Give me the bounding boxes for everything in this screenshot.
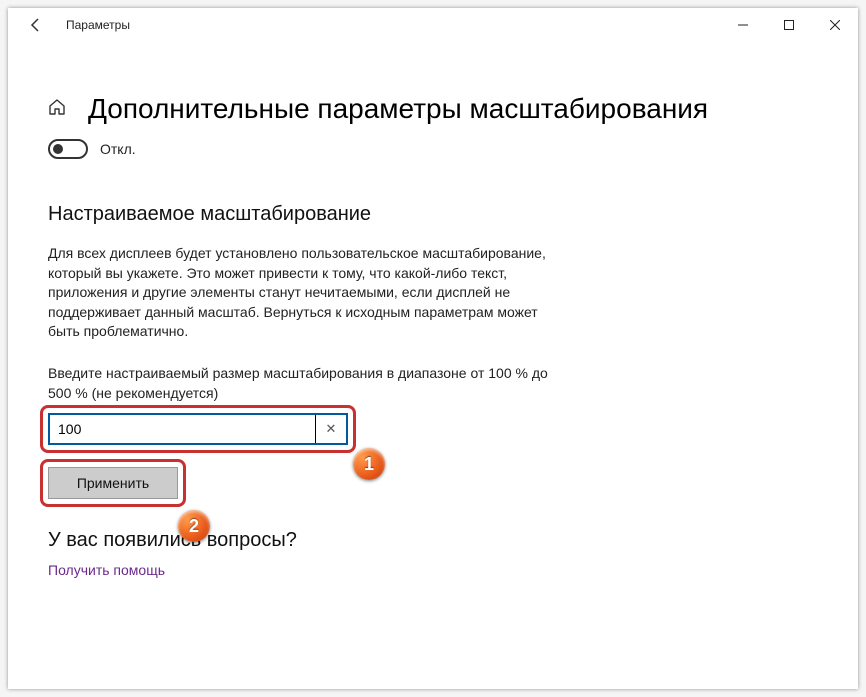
- back-button[interactable]: [26, 18, 46, 32]
- toggle-state-label: Откл.: [100, 141, 136, 157]
- clear-input-icon[interactable]: ✕: [316, 421, 346, 437]
- help-link[interactable]: Получить помощь: [48, 562, 818, 578]
- page-header: Дополнительные параметры масштабирования: [48, 93, 818, 125]
- scale-input-label: Введите настраиваемый размер масштабиров…: [48, 364, 558, 403]
- section-heading: Настраиваемое масштабирование: [48, 203, 818, 226]
- titlebar: Параметры: [8, 8, 858, 42]
- scale-input[interactable]: [50, 415, 316, 443]
- minimize-button[interactable]: [720, 8, 766, 42]
- content-area: Дополнительные параметры масштабирования…: [8, 42, 858, 578]
- toggle-row: Откл.: [48, 139, 818, 159]
- toggle-knob: [53, 144, 63, 154]
- maximize-button[interactable]: [766, 8, 812, 42]
- close-button[interactable]: [812, 8, 858, 42]
- help-heading: У вас появились вопросы?: [48, 529, 818, 552]
- home-icon[interactable]: [48, 98, 66, 121]
- window-controls: [720, 8, 858, 42]
- section-description: Для всех дисплеев будет установлено поль…: [48, 244, 558, 342]
- apply-wrap: Применить: [48, 467, 178, 499]
- settings-window: Параметры Дополнительные параметры масшт…: [8, 8, 858, 689]
- apply-button[interactable]: Применить: [48, 467, 178, 499]
- scaling-toggle[interactable]: [48, 139, 88, 159]
- scale-input-box: ✕: [48, 413, 348, 445]
- annotation-badge-1: 1: [353, 448, 385, 480]
- window-title: Параметры: [66, 18, 130, 32]
- page-title: Дополнительные параметры масштабирования: [88, 93, 708, 125]
- scale-input-wrap: ✕: [48, 413, 348, 445]
- annotation-badge-2: 2: [178, 510, 210, 542]
